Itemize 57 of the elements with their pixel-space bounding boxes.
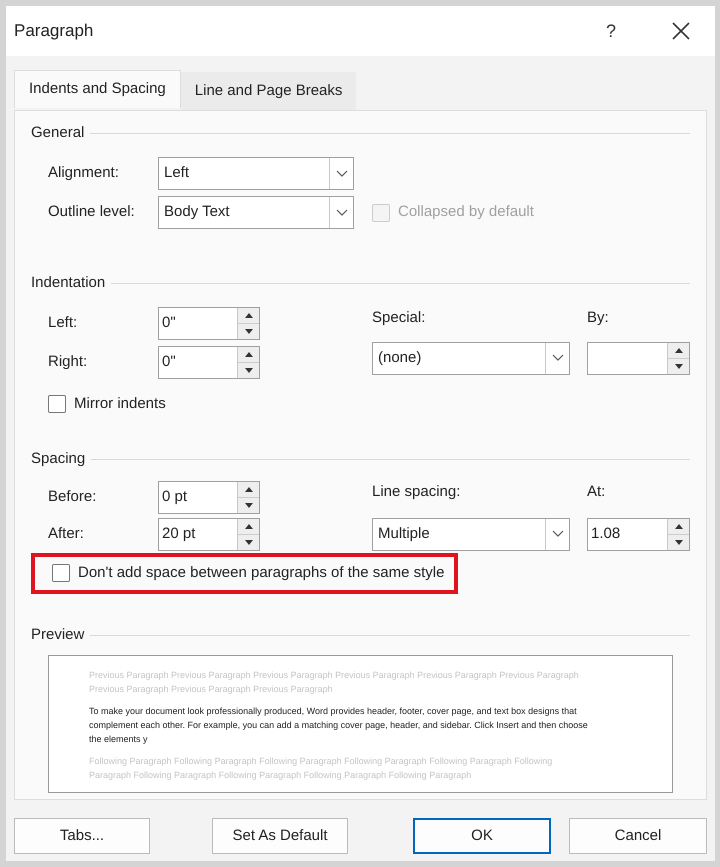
dialog-button[interactable]: Set As Default [212,818,348,854]
chevron-down-icon [336,208,348,216]
close-icon[interactable] [672,22,690,40]
preview-current-text: To make your document look professionally produced, Word provides header, footer, cover page, and text box designs that complement each other. For example, you can add a matching cover page, header, and sidebar. Click Insert and then choose the elements y [89,705,589,746]
by-field[interactable] [587,342,690,374]
field-label: By: [587,308,610,328]
up-arrow-icon[interactable] [244,352,252,357]
at-field[interactable]: 1.08 [587,518,690,550]
window-title: Paragraph [14,20,94,42]
field-label: Left: [48,313,78,334]
field-label: Special: [372,308,426,328]
field-label: Line spacing: [372,482,462,502]
up-arrow-icon[interactable] [674,524,682,528]
field-label: After: [48,524,85,544]
down-arrow-icon[interactable] [674,540,682,544]
field-label: At: [587,482,606,502]
field-label: Before: [48,487,98,508]
field-label: Right: [48,352,88,372]
section-title: Indentation [31,272,106,293]
up-arrow-icon[interactable] [674,348,682,352]
help-button[interactable]: ? [591,18,631,44]
chevron-down-icon [552,354,564,362]
chevron-down-icon [336,170,348,178]
checkbox-label: Don't add space between paragraphs of the same style [78,563,444,583]
right-indent-field[interactable]: 0" [158,346,260,379]
line-spacing-select[interactable]: Multiple [372,518,570,550]
field-label: Outline level: [48,202,136,222]
section-title: Spacing [31,448,86,469]
down-arrow-icon[interactable] [244,540,252,545]
down-arrow-icon[interactable] [674,364,682,368]
down-arrow-icon[interactable] [244,368,252,373]
section-title: Preview [31,624,84,645]
dialog-button[interactable]: Tabs... [14,818,150,854]
section-title: General [31,122,84,143]
preview-following-text: Following Paragraph Following Paragraph Following Paragraph Following Paragraph Following Paragraph Following Paragraph Following Paragraph Following Paragraph Following Paragraph Following Paragraph [89,755,554,782]
dialog-button[interactable]: Cancel [569,818,707,854]
checkbox-label: Mirror indents [74,394,166,414]
checkbox-label: Collapsed by default [398,202,534,222]
dialog-button[interactable]: OK [413,818,551,854]
field-label: Alignment: [48,163,120,184]
up-arrow-icon[interactable] [244,313,252,318]
alignment-select[interactable]: Left [158,157,354,190]
preview-previous-text: Previous Paragraph Previous Paragraph Previous Paragraph Previous Paragraph Previous Paragraph Previous Paragraph Previous Paragraph Previous Paragraph Previous Paragraph [89,669,580,696]
checkbox[interactable] [52,564,70,582]
after-field[interactable]: 20 pt [158,518,260,551]
up-arrow-icon[interactable] [244,524,252,529]
outline-level-select[interactable]: Body Text [158,196,354,229]
checkbox[interactable] [48,395,66,414]
down-arrow-icon[interactable] [244,503,252,508]
chevron-down-icon [552,530,564,538]
before-field[interactable]: 0 pt [158,481,260,514]
tab[interactable]: Line and Page Breaks [180,72,356,110]
left-indent-field[interactable]: 0" [158,307,260,340]
down-arrow-icon[interactable] [244,329,252,334]
tab[interactable]: Indents and Spacing [14,70,181,108]
up-arrow-icon[interactable] [244,487,252,492]
special-select[interactable]: (none) [372,342,570,374]
